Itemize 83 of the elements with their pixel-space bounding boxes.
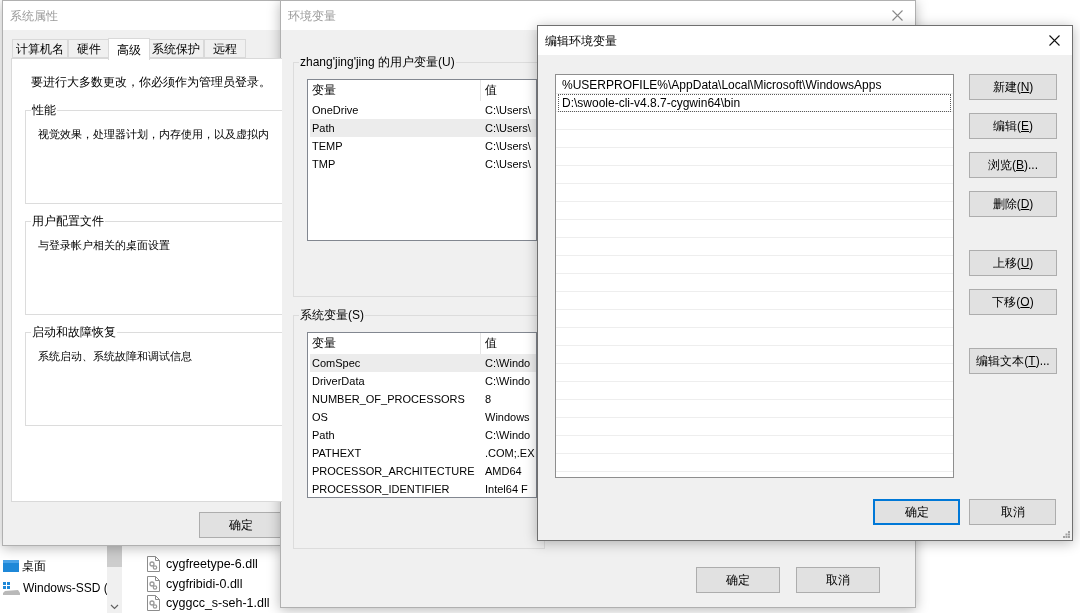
- dialog-button[interactable]: 浏览(B)...: [969, 152, 1057, 178]
- group-label: 系统变量(S): [299, 307, 365, 323]
- table-cell-text: PROCESSOR_ARCHITECTURE: [311, 464, 476, 479]
- list-row[interactable]: NUMBER_OF_PROCESSORS 8: [310, 390, 536, 408]
- column-header[interactable]: 值: [481, 80, 536, 101]
- table-cell-text: NUMBER_OF_PROCESSORS: [311, 392, 466, 407]
- table-cell-text: ComSpec: [311, 356, 362, 371]
- table-cell-text: Intel64 F: [484, 482, 529, 497]
- close-icon[interactable]: [1049, 35, 1060, 46]
- notice-text: 要进行大多数更改，你必须作为管理员登录。: [31, 74, 272, 90]
- table-cell-text: TMP: [311, 157, 337, 172]
- table-cell-text: PATHEXT: [311, 446, 363, 461]
- table-cell-text: PROCESSOR_IDENTIFIER: [311, 482, 451, 497]
- dialog-button[interactable]: 删除(D): [969, 191, 1057, 217]
- tab[interactable]: 计算机名: [12, 39, 68, 58]
- group-label: 性能: [31, 102, 57, 118]
- list-row[interactable]: OneDrive C:\Users\: [310, 101, 536, 119]
- dialog-button[interactable]: 新建(N): [969, 74, 1057, 100]
- tab[interactable]: 远程: [204, 39, 246, 58]
- dialog-button[interactable]: 下移(O): [969, 289, 1057, 315]
- drive-icon: [3, 581, 20, 595]
- list-row[interactable]: OS Windows: [310, 408, 536, 426]
- table-cell-text: .COM;.EX: [484, 446, 536, 461]
- list-row[interactable]: PROCESSOR_IDENTIFIER Intel64 F: [310, 480, 536, 497]
- dialog-button[interactable]: 编辑(E): [969, 113, 1057, 139]
- dialog-button[interactable]: 取消: [969, 499, 1056, 525]
- list-row[interactable]: Path C:\Windo: [310, 426, 536, 444]
- dialog-button[interactable]: 确定: [696, 567, 780, 593]
- list-row[interactable]: PROCESSOR_ARCHITECTURE AMD64: [310, 462, 536, 480]
- window-title: 系统属性: [10, 7, 58, 24]
- table-cell-text: OS: [311, 410, 329, 425]
- sidebar-item[interactable]: Windows-SSD (: [0, 577, 107, 599]
- group-description: 系统启动、系统故障和调试信息: [38, 349, 193, 364]
- scrollbar[interactable]: [107, 546, 122, 613]
- group-description: 与登录帐户相关的桌面设置: [38, 238, 171, 253]
- list-row[interactable]: TEMP C:\Users\: [310, 137, 536, 155]
- dialog-button[interactable]: 编辑文本(T)...: [969, 348, 1057, 374]
- dialog-button[interactable]: 确定: [873, 499, 960, 525]
- sidebar-item[interactable]: 桌面: [0, 555, 107, 577]
- table-cell-text: 8: [484, 392, 493, 407]
- tab[interactable]: 系统保护: [148, 39, 204, 58]
- list-row[interactable]: PATHEXT .COM;.EX: [310, 444, 536, 462]
- group-label: 启动和故障恢复: [31, 324, 117, 340]
- group-label: 用户配置文件: [31, 213, 105, 229]
- table-cell-text: C:\Windo: [484, 356, 532, 371]
- table-cell-text: Path: [311, 428, 336, 443]
- path-entry[interactable]: %USERPROFILE%\AppData\Local\Microsoft\WindowsApps: [558, 76, 951, 94]
- table-cell-text: Path: [311, 121, 336, 136]
- list-row[interactable]: TMP C:\Users\: [310, 155, 536, 173]
- file-icon: [147, 575, 160, 592]
- table-cell-text: C:\Users\: [484, 139, 532, 154]
- table-cell-text: DriverData: [311, 374, 366, 389]
- path-entry[interactable]: D:\swoole-cli-v4.8.7-cygwin64\bin: [558, 94, 951, 112]
- list-row[interactable]: Path C:\Users\: [310, 119, 536, 137]
- path-list[interactable]: %USERPROFILE%\AppData\Local\Microsoft\WindowsApps D:\swoole-cli-v4.8.7-cygwin64\bin: [555, 74, 954, 478]
- dialog-button[interactable]: 取消: [796, 567, 880, 593]
- table-cell-text: C:\Users\: [484, 121, 532, 136]
- table-cell-text: C:\Users\: [484, 103, 532, 118]
- list-row[interactable]: DriverData C:\Windo: [310, 372, 536, 390]
- table-cell-text: AMD64: [484, 464, 523, 479]
- window-title: 环境变量: [288, 7, 336, 24]
- table-cell-text: TEMP: [311, 139, 344, 154]
- file-item[interactable]: cygfreetype-6.dll: [147, 554, 270, 574]
- tab[interactable]: 高级: [108, 38, 150, 60]
- dialog-button[interactable]: 上移(U): [969, 250, 1057, 276]
- table-cell-text: C:\Windo: [484, 374, 532, 389]
- file-item[interactable]: cygfribidi-0.dll: [147, 573, 270, 594]
- column-header[interactable]: 变量: [310, 80, 481, 101]
- table-cell-text: C:\Users\: [484, 157, 532, 172]
- window-title: 编辑环境变量: [545, 32, 617, 49]
- table-cell-text: C:\Windo: [484, 428, 532, 443]
- file-item[interactable]: cyggcc_s-seh-1.dll: [147, 593, 270, 613]
- desktop-icon: [3, 560, 19, 572]
- list-row[interactable]: ComSpec C:\Windo: [310, 354, 536, 372]
- group-description: 视觉效果，处理器计划，内存使用，以及虚拟内: [38, 127, 270, 142]
- table-cell-text: Windows: [484, 410, 531, 425]
- file-icon: [147, 555, 160, 572]
- column-header[interactable]: 值: [481, 333, 536, 354]
- tab[interactable]: 硬件: [68, 39, 110, 58]
- resize-grip-icon[interactable]: [1063, 531, 1070, 538]
- group-label: zhang'jing'jing 的用户变量(U): [299, 54, 456, 70]
- table-cell-text: OneDrive: [311, 103, 360, 118]
- dialog-button[interactable]: 确定: [199, 512, 282, 538]
